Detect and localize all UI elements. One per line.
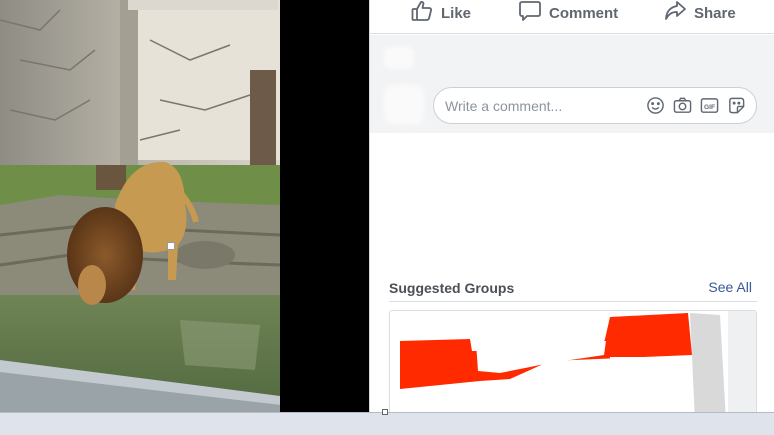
- comment-label: Comment: [549, 4, 619, 22]
- post-details-panel: Like Comment Share Write a comment... GI…: [369, 0, 774, 412]
- camera-icon[interactable]: [673, 96, 692, 115]
- group-cover-image: [390, 311, 756, 412]
- share-label: Share: [694, 4, 736, 22]
- comment-section: GIF: [370, 35, 774, 133]
- lion-photo-image: [0, 0, 280, 412]
- emoji-icon[interactable]: [646, 96, 665, 115]
- gif-icon[interactable]: GIF: [700, 96, 719, 115]
- see-all-link[interactable]: See All: [708, 277, 752, 295]
- speech-bubble-icon: [518, 0, 542, 27]
- suggested-groups-section: Suggested Groups See All: [389, 270, 757, 412]
- svg-text:GIF: GIF: [704, 104, 715, 111]
- sticker-icon[interactable]: [727, 96, 746, 115]
- suggested-group-card[interactable]: [389, 310, 757, 412]
- like-label: Like: [441, 4, 472, 22]
- share-button[interactable]: Share: [663, 0, 736, 26]
- suggested-groups-title: Suggested Groups: [389, 279, 515, 296]
- like-button[interactable]: Like: [410, 0, 471, 26]
- post-photo[interactable]: [0, 0, 280, 412]
- resize-handle-bottom[interactable]: [382, 409, 388, 415]
- comment-button[interactable]: Comment: [518, 0, 618, 26]
- share-arrow-icon: [663, 0, 687, 27]
- photo-letterbox: [280, 0, 369, 412]
- suggested-groups-header: Suggested Groups See All: [389, 270, 757, 302]
- composer-icons: GIF: [646, 96, 746, 115]
- comment-input[interactable]: [445, 97, 635, 114]
- thumbs-up-icon: [410, 0, 434, 27]
- resize-handle[interactable]: [167, 242, 175, 250]
- post-action-bar: Like Comment Share: [370, 0, 774, 34]
- redacted-text: [384, 47, 414, 69]
- avatar: [384, 85, 424, 125]
- comment-composer[interactable]: GIF: [433, 87, 757, 124]
- bottom-bar: [0, 412, 774, 435]
